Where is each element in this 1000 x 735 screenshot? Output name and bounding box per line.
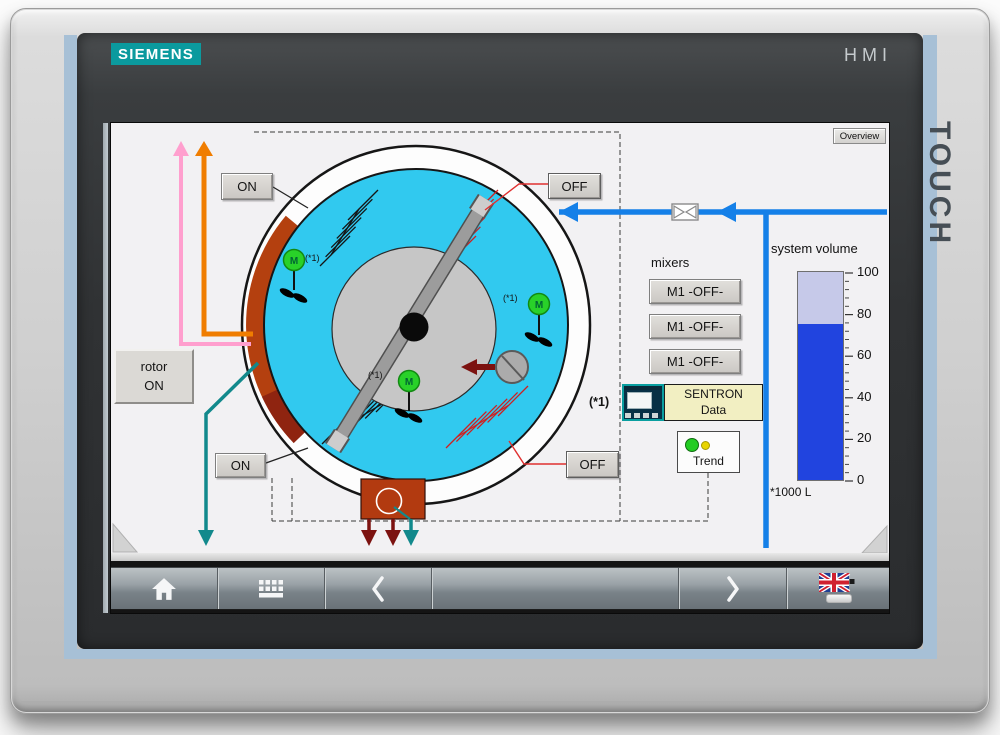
lcd-left-edge [103,123,108,613]
motor-note-2: (*1) [503,293,518,303]
bridge-cap-bottom-fill [333,434,342,448]
sentron-note: (*1) [589,395,609,409]
motor-letter: M [290,256,298,267]
motor-letter: M [405,377,413,388]
nav-language-button[interactable] [786,568,889,609]
hmi-label: HMI [844,45,892,66]
rotor-label-line2: ON [144,377,164,396]
process-screen: M M M [111,123,889,553]
system-volume-unit: *1000 L [770,485,811,499]
keyboard-icon [258,579,284,599]
rotor-label-line1: rotor [141,358,168,377]
bezel-accent-strip-left [64,35,77,659]
nav-home-button[interactable] [111,568,217,609]
forward-icon [725,576,741,602]
trend-label: Trend [678,454,739,468]
outlet-arrow-2 [385,530,401,546]
system-volume-bar [797,271,844,481]
back-icon [370,576,386,602]
language-flag-icon [819,573,857,605]
volume-tick-label: 20 [857,430,889,445]
motor-letter: M [535,300,543,311]
hmi-panel-device: SIEMENS HMI TOUCH [10,8,990,714]
nav-back-button[interactable] [324,568,431,609]
navigation-bar [111,567,889,610]
volume-tick-label: 60 [857,347,889,362]
mixer-button-2[interactable]: M1 -OFF- [649,314,741,339]
teal-line [206,363,258,531]
sentron-device-image [622,384,664,421]
volume-tick-label: 40 [857,389,889,404]
sentron-line2: Data [701,403,726,419]
bridge-cap-top-fill [477,199,486,213]
mixer-button-1[interactable]: M1 -OFF- [649,279,741,304]
secondary-flag [826,594,852,603]
trend-yellow-indicator [701,441,710,450]
teal-arrow [198,530,214,546]
lcd-screen: M M M [111,123,889,613]
trend-green-indicator [685,438,699,452]
uk-flag-icon [819,573,857,592]
overview-button[interactable]: Overview [833,128,886,144]
motor-note-1: (*1) [305,253,320,263]
on-bottom-button[interactable]: ON [215,453,266,478]
bezel-accent-strip-bottom [64,649,937,659]
outlet-arrow-1 [361,530,377,546]
frame-edge-line [21,701,979,703]
sentron-device-screen [627,392,652,409]
inlet-arrow-mid [717,202,736,222]
system-volume-fill [798,324,843,480]
mixer-button-3[interactable]: M1 -OFF- [649,349,741,374]
outlet-arrow-3 [403,530,419,546]
nav-forward-button[interactable] [678,568,786,609]
siemens-logo: SIEMENS [111,43,201,65]
nav-keyboard-button[interactable] [217,568,324,609]
off-top-button[interactable]: OFF [548,173,601,199]
on-top-button[interactable]: ON [221,173,273,200]
sentron-device-header [624,386,662,390]
pink-arrow [173,141,189,156]
volume-tick-label: 80 [857,306,889,321]
trend-button[interactable]: Trend [677,431,740,473]
volume-scale-ticks [845,273,853,481]
volume-tick-label: 100 [857,264,889,279]
mixers-title: mixers [651,255,689,270]
touch-label: TOUCH [914,121,956,361]
page-curl-right [862,526,887,553]
inlet-arrow-end [559,202,578,222]
nav-spacer [431,568,678,609]
motor-note-3: (*1) [368,370,383,380]
off-bottom-button[interactable]: OFF [566,451,619,478]
volume-tick-label: 0 [857,472,889,487]
system-volume-title: system volume [771,241,858,256]
page-bottom-strip [111,553,889,561]
sentron-data-button[interactable]: SENTRON Data [664,384,763,421]
orange-arrow [195,141,213,156]
rotor-on-box[interactable]: rotor ON [114,349,194,404]
bridge-pivot [400,313,429,342]
sentron-device-keys [625,413,659,418]
page-curl-left [113,524,137,552]
sentron-line1: SENTRON [684,387,743,403]
home-icon [151,576,177,602]
